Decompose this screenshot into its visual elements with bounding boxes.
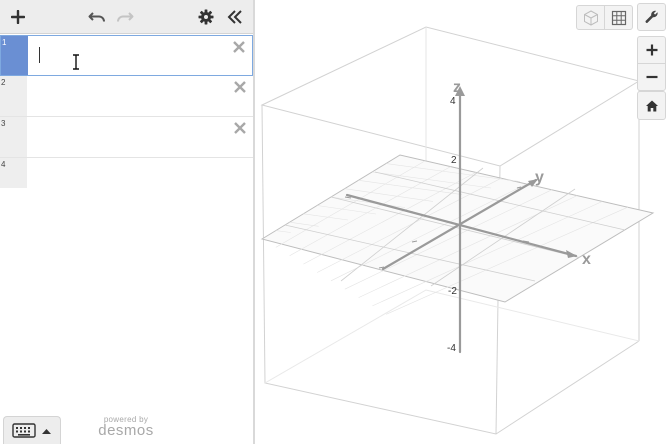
- home-icon: [645, 100, 658, 111]
- 3d-cube-icon: [583, 9, 598, 26]
- graph-settings-button[interactable]: [637, 3, 666, 31]
- expression-row-4[interactable]: 4: [0, 158, 253, 188]
- delete-expression-icon[interactable]: [231, 39, 247, 55]
- zoom-in-button[interactable]: [637, 36, 666, 64]
- delete-expression-icon[interactable]: [232, 120, 248, 136]
- grid-view-button[interactable]: [604, 5, 633, 30]
- desmos-branding[interactable]: powered by desmos: [94, 415, 158, 438]
- expression-number: 1: [2, 38, 7, 47]
- redo-icon: [117, 12, 134, 22]
- desmos-logo: desmos: [98, 422, 154, 439]
- zoom-out-icon: [646, 75, 657, 79]
- zoom-out-button[interactable]: [637, 63, 666, 91]
- expression-panel: 1 2 3 4 powered by desmos: [0, 0, 253, 444]
- undo-icon: [88, 12, 105, 22]
- text-caret: [39, 47, 40, 63]
- expression-row-2[interactable]: 2: [0, 76, 253, 117]
- zoom-in-icon: [646, 44, 657, 56]
- collapse-panel-button[interactable]: [224, 5, 246, 29]
- expression-input[interactable]: [28, 117, 225, 157]
- z-tick-label: 4: [450, 96, 456, 107]
- undo-button[interactable]: [86, 5, 108, 29]
- default-view-button[interactable]: [637, 91, 666, 120]
- z-tick-label: -4: [447, 343, 456, 354]
- keypad-toggle-button[interactable]: [3, 416, 61, 444]
- expression-input[interactable]: [28, 76, 225, 116]
- expression-input[interactable]: [29, 36, 224, 75]
- ibeam-cursor-icon: [73, 54, 79, 70]
- grid-icon: [611, 10, 626, 25]
- expression-row-3[interactable]: 3: [0, 117, 253, 158]
- y-axis-label: y: [535, 169, 544, 186]
- x-axis-label: x: [582, 251, 591, 268]
- z-tick-label: -2: [448, 286, 457, 297]
- z-axis-label: z: [453, 79, 461, 96]
- expression-list: 1 2 3 4: [0, 35, 253, 188]
- expression-row-1[interactable]: 1: [0, 35, 253, 76]
- redo-button[interactable]: [114, 5, 136, 29]
- expression-number: 2: [1, 78, 6, 87]
- 3d-view-button[interactable]: [576, 5, 605, 30]
- 3d-graph: x y z 4 2 -2 -4: [260, 26, 655, 435]
- plus-icon: [11, 10, 25, 24]
- settings-button[interactable]: [195, 5, 217, 29]
- expression-input[interactable]: [28, 158, 225, 188]
- collapse-icon: [227, 10, 242, 24]
- add-item-button[interactable]: [8, 5, 28, 29]
- keyboard-icon: [12, 423, 51, 438]
- gear-icon: [198, 9, 214, 25]
- delete-expression-icon[interactable]: [232, 79, 248, 95]
- wrench-icon: [644, 10, 658, 23]
- graph-canvas[interactable]: x y z 4 2 -2 -4: [255, 0, 668, 444]
- expression-toolbar: [0, 0, 253, 34]
- z-tick-label: 2: [451, 155, 457, 166]
- expression-number: 3: [1, 119, 6, 128]
- xy-plane-grid: [260, 154, 655, 315]
- expression-number: 4: [1, 160, 6, 169]
- desmos-3d-calculator: 1 2 3 4 powered by desmos x y z 4 2 -2 -…: [0, 0, 668, 444]
